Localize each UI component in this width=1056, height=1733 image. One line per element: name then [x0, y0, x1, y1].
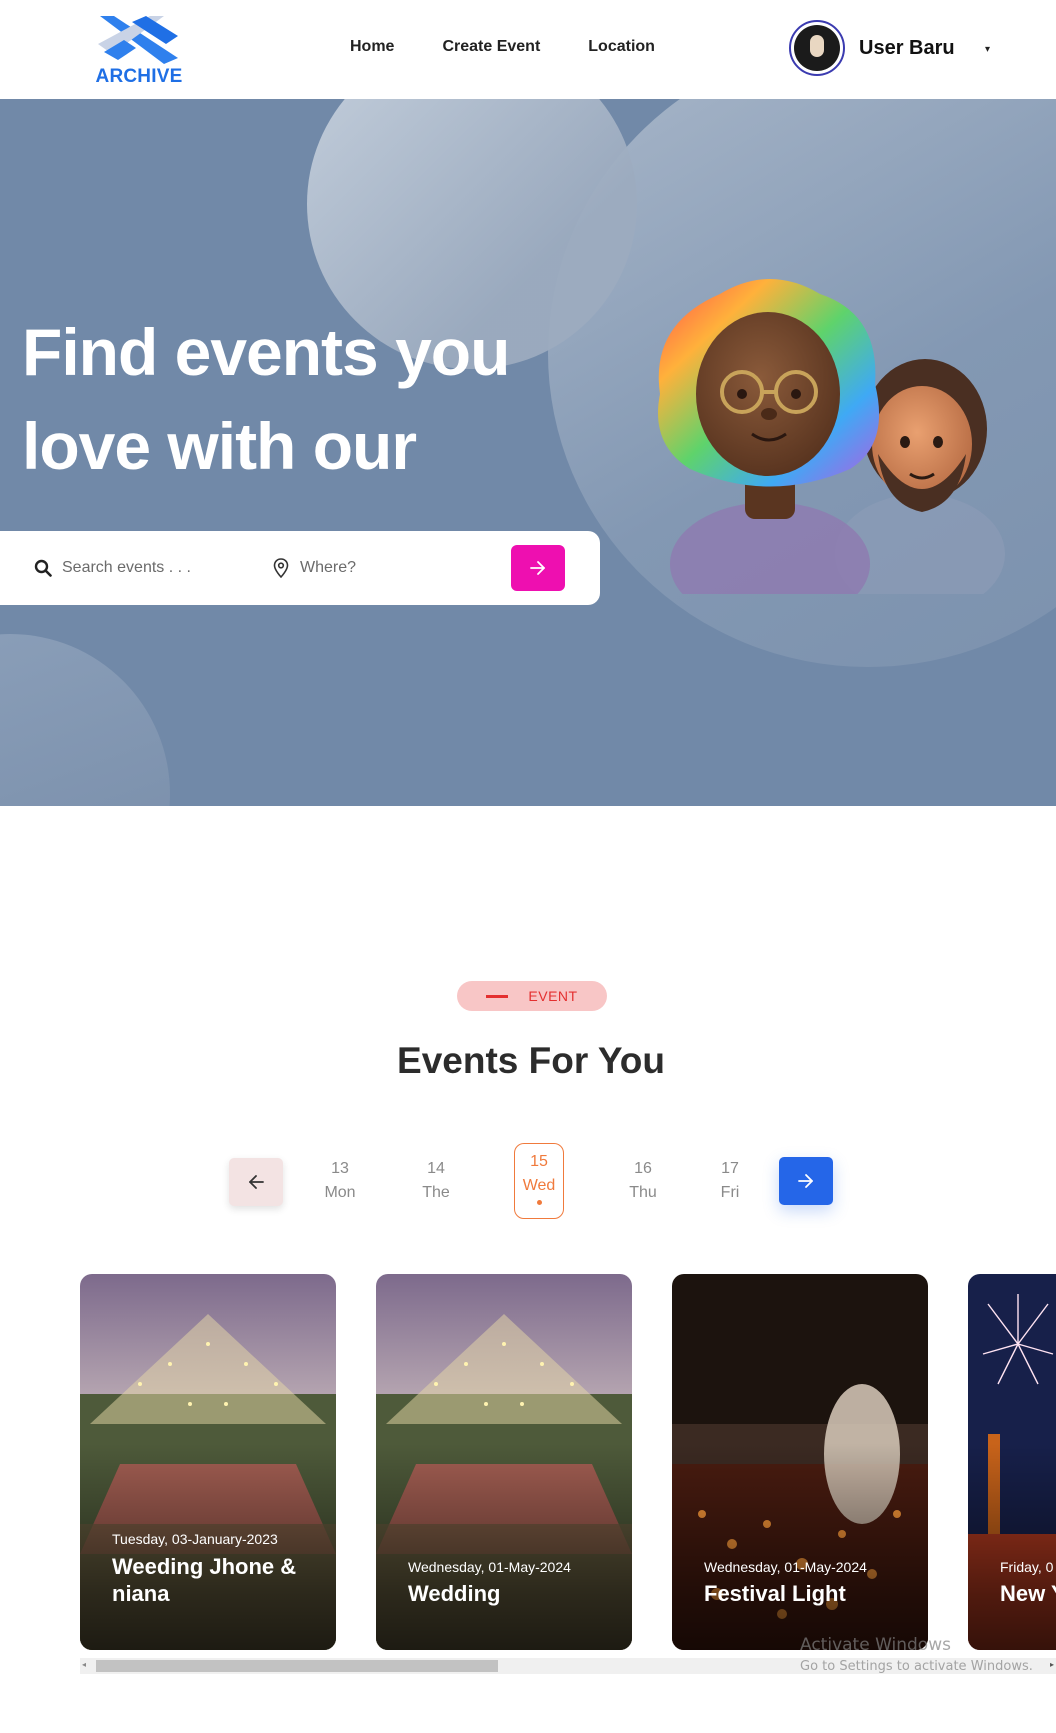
hero-title-line1: Find events you	[22, 315, 510, 389]
badge-label: EVENT	[528, 988, 578, 1004]
page: ARCHIVE Home Create Event Location User …	[0, 0, 1056, 1733]
location-input[interactable]	[300, 553, 480, 583]
day-label: Mon	[324, 1184, 356, 1201]
search-submit-button[interactable]	[511, 545, 565, 591]
logo-mark-icon	[98, 16, 178, 64]
date-selector: 13 Mon 14 The 15 Wed 16 Thu 17 Fri	[229, 1143, 849, 1219]
event-card[interactable]: Tuesday, 03-January-2023 Weeding Jhone &…	[80, 1274, 336, 1650]
arrow-right-icon	[798, 1174, 813, 1188]
badge-dash	[486, 994, 509, 998]
logo-text: ARCHIVE	[95, 66, 183, 87]
user-name[interactable]: User Baru	[859, 37, 955, 60]
event-cards-carousel: Tuesday, 03-January-2023 Weeding Jhone &…	[80, 1274, 1056, 1650]
day-number: 13	[331, 1160, 349, 1177]
scrollbar-thumb[interactable]	[96, 1660, 498, 1672]
event-date: Wednesday, 01-May-2024	[704, 1559, 867, 1575]
nav-home[interactable]: Home	[350, 38, 394, 56]
day-13[interactable]: 13 Mon	[315, 1157, 365, 1205]
nav-location[interactable]: Location	[588, 38, 655, 56]
event-title: Festival Light	[704, 1581, 846, 1606]
event-card[interactable]: Wednesday, 01-May-2024 Wedding	[376, 1274, 632, 1650]
day-number: 15	[530, 1153, 548, 1170]
selected-dot	[536, 1200, 542, 1205]
event-title: Wedding	[408, 1581, 501, 1606]
event-title: New Y	[1000, 1581, 1056, 1606]
day-number: 14	[427, 1160, 445, 1177]
arrow-right-icon	[530, 561, 545, 575]
next-date-button[interactable]	[779, 1157, 833, 1205]
hero-title: Find events you love with our	[22, 305, 582, 493]
search-icon	[34, 559, 52, 577]
section-badge: EVENT	[457, 981, 607, 1011]
site-header: ARCHIVE Home Create Event Location User …	[0, 0, 1056, 99]
day-label: The	[422, 1184, 450, 1201]
event-card[interactable]: Wednesday, 01-May-2024 Festival Light	[672, 1274, 928, 1650]
hero-banner: Find events you love with our	[0, 99, 1056, 806]
prev-date-button[interactable]	[229, 1158, 283, 1206]
watermark-line1: Activate Windows	[800, 1635, 951, 1655]
day-label: Fri	[720, 1184, 740, 1201]
event-title: Weeding Jhone & niana	[112, 1554, 297, 1606]
main-nav: Home Create Event Location	[350, 38, 655, 56]
search-events-input[interactable]	[62, 553, 242, 583]
hero-title-line2: love with our	[22, 409, 417, 483]
event-date: Wednesday, 01-May-2024	[408, 1559, 571, 1575]
day-number: 17	[721, 1160, 739, 1177]
day-17[interactable]: 17 Fri	[705, 1157, 755, 1205]
day-14[interactable]: 14 The	[411, 1157, 461, 1205]
scroll-left-arrow-icon[interactable]: ◂	[82, 1660, 86, 1669]
location-pin-icon	[273, 558, 289, 578]
windows-activation-watermark: Activate Windows Go to Settings to activ…	[800, 1635, 1033, 1674]
day-16[interactable]: 16 Thu	[618, 1157, 668, 1205]
day-label: Wed	[522, 1177, 556, 1194]
event-date: Friday, 0	[1000, 1559, 1054, 1575]
event-card[interactable]: Friday, 0 New Y	[968, 1274, 1056, 1650]
archive-logo[interactable]: ARCHIVE	[94, 14, 184, 87]
user-menu[interactable]: User Baru	[789, 20, 955, 76]
chevron-down-icon[interactable]: ▾	[985, 44, 990, 55]
arrow-left-icon	[249, 1175, 264, 1189]
avatar[interactable]	[789, 20, 845, 76]
watermark-line2: Go to Settings to activate Windows.	[800, 1659, 1033, 1674]
day-number: 16	[634, 1160, 652, 1177]
hero-characters-illustration	[658, 279, 1005, 594]
event-date: Tuesday, 03-January-2023	[112, 1531, 278, 1547]
nav-create-event[interactable]: Create Event	[442, 38, 540, 56]
section-title: Events For You	[397, 1040, 665, 1081]
hero-decor-circle-bottom	[0, 634, 170, 806]
avatar-image	[794, 25, 840, 71]
day-label: Thu	[629, 1184, 657, 1201]
search-bar	[0, 531, 600, 605]
scroll-right-arrow-icon[interactable]: ▸	[1050, 1660, 1054, 1669]
day-15-selected[interactable]: 15 Wed	[514, 1143, 564, 1219]
